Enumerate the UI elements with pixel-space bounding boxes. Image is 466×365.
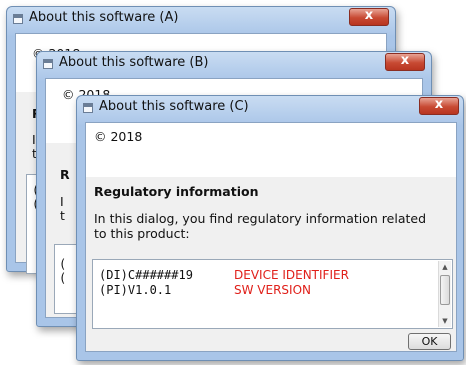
window-c-header-band: © 2018 bbox=[86, 123, 456, 177]
window-icon bbox=[83, 103, 93, 113]
window-a-title: About this software (A) bbox=[29, 10, 179, 25]
window-c-titlebar[interactable]: About this software (C) x bbox=[77, 96, 463, 120]
window-c-client: © 2018 Regulatory information In this di… bbox=[85, 122, 457, 352]
close-icon: x bbox=[364, 8, 374, 23]
window-c-row-1-code: (DI)C######19 bbox=[99, 268, 193, 282]
window-c-reg-text: In this dialog, you find regulatory info… bbox=[94, 211, 427, 241]
window-c-row-1-label: DEVICE IDENTIFIER bbox=[234, 268, 349, 282]
window-c: About this software (C) x © 2018 Regulat… bbox=[76, 95, 464, 361]
window-b-box-line-2: ( bbox=[59, 271, 67, 285]
window-b-box-line-1: ( bbox=[59, 257, 67, 271]
window-c-reg-title: Regulatory information bbox=[94, 184, 259, 199]
window-c-copyright: © 2018 bbox=[94, 129, 143, 144]
scroll-down-icon[interactable]: ▼ bbox=[439, 316, 451, 326]
window-a-titlebar[interactable]: About this software (A) x bbox=[7, 7, 395, 31]
window-c-row-2-code: (PI)V1.0.1 bbox=[99, 283, 172, 297]
window-c-close-button[interactable]: x bbox=[419, 97, 459, 115]
window-icon bbox=[43, 59, 53, 69]
window-b-title: About this software (B) bbox=[59, 55, 209, 70]
window-c-title: About this software (C) bbox=[99, 99, 249, 114]
close-icon: x bbox=[400, 53, 410, 68]
window-b-reg-text-1: I bbox=[60, 194, 64, 209]
window-a-close-button[interactable]: x bbox=[349, 8, 389, 26]
ok-button[interactable]: OK bbox=[408, 333, 451, 350]
window-b-close-button[interactable]: x bbox=[385, 53, 425, 71]
close-icon: x bbox=[434, 97, 444, 112]
window-c-scrollbar[interactable]: ▲ ▼ bbox=[438, 261, 451, 327]
window-b-titlebar[interactable]: About this software (B) x bbox=[37, 52, 431, 76]
window-c-scroll-thumb[interactable] bbox=[440, 275, 450, 305]
window-b-reg-title: R bbox=[60, 167, 70, 182]
window-b-reg-text-2: t bbox=[60, 208, 65, 223]
scroll-up-icon[interactable]: ▲ bbox=[439, 262, 451, 272]
window-icon bbox=[13, 14, 23, 24]
window-c-row-2-label: SW VERSION bbox=[234, 283, 312, 297]
window-c-info-box[interactable]: (DI)C######19 DEVICE IDENTIFIER (PI)V1.0… bbox=[92, 259, 453, 329]
